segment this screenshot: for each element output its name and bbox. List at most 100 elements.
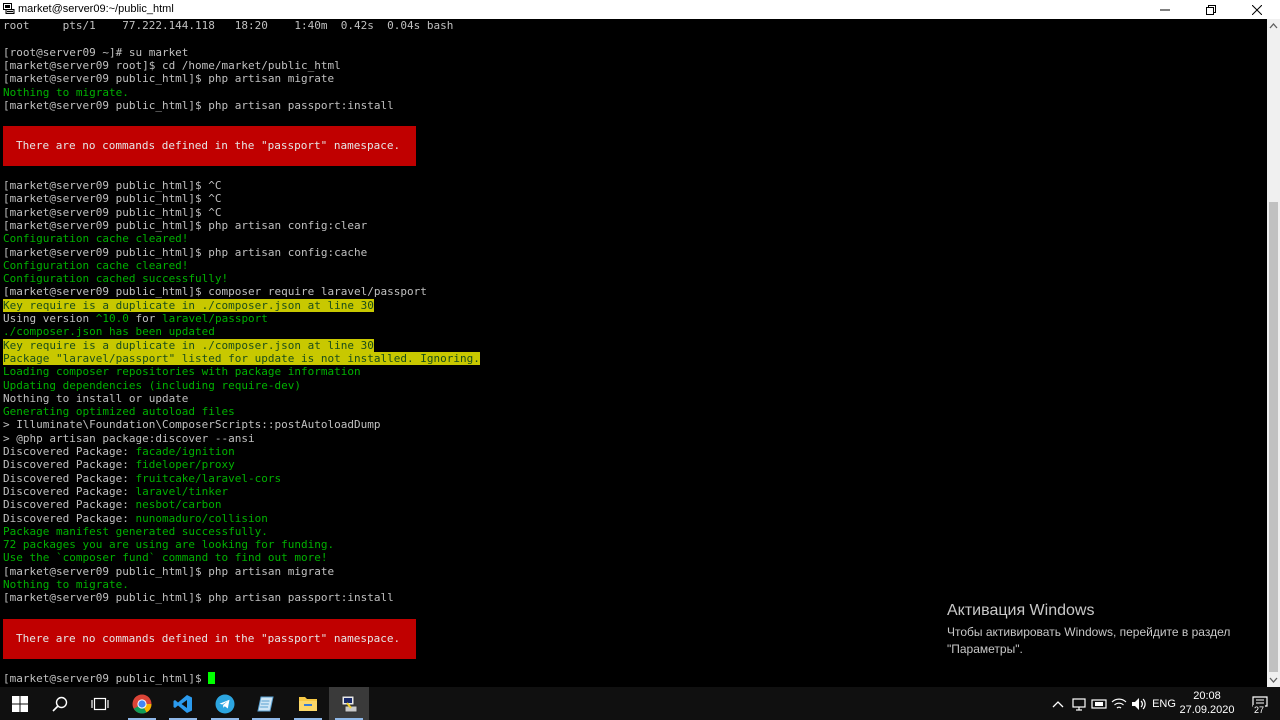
- wifi-icon: [1111, 698, 1127, 709]
- window-titlebar[interactable]: market@server09:~/public_html: [0, 0, 1280, 19]
- terminal-text: Discovered Package:: [3, 498, 136, 512]
- task-view-icon: [91, 697, 109, 710]
- volume-icon: [1132, 697, 1146, 710]
- terminal-line: [market@server09 root]$ cd /home/market/…: [3, 58, 341, 72]
- terminal-line: [market@server09 public_html]$ composer …: [3, 285, 427, 299]
- scroll-thumb[interactable]: [1269, 202, 1278, 672]
- task-view-button[interactable]: [80, 687, 120, 720]
- text-cursor: [208, 672, 216, 684]
- terminal-line: [root@server09 ~]# su market: [3, 45, 189, 59]
- chrome-icon: [132, 694, 152, 714]
- tray-volume[interactable]: [1130, 687, 1148, 720]
- minimize-icon: [1160, 9, 1170, 10]
- taskbar-telegram[interactable]: [205, 687, 245, 720]
- package-name: fruitcake/laravel-cors: [135, 471, 282, 485]
- package-name: laravel/tinker: [135, 484, 229, 498]
- chevron-up-icon: [1052, 700, 1064, 707]
- search-button[interactable]: [40, 687, 80, 720]
- package-name: fideloper/proxy: [135, 458, 235, 472]
- terminal-line: [market@server09 public_html]$ php artis…: [3, 72, 335, 86]
- close-button[interactable]: [1234, 0, 1280, 19]
- chevron-down-icon: [1269, 677, 1278, 683]
- terminal-line: [market@server09 public_html]$ ^C: [3, 192, 222, 206]
- terminal-scrollbar[interactable]: [1267, 19, 1280, 687]
- activation-title: Активация Windows: [947, 602, 1095, 619]
- tray-language[interactable]: ENG: [1150, 687, 1178, 720]
- terminal-text: Discovered Package:: [3, 511, 136, 525]
- terminal-line: > @php artisan package:discover --ansi: [3, 431, 255, 445]
- terminal-line: [market@server09 public_html]$ ^C: [3, 205, 222, 219]
- taskbar-chrome[interactable]: [122, 687, 162, 720]
- terminal-line: > Illuminate\Foundation\ComposerScripts:…: [3, 418, 381, 432]
- terminal-line: Discovered Package: nesbot/carbon: [3, 498, 222, 511]
- terminal-output[interactable]: root pts/1 77.222.144.118 18:20 1:40m 0.…: [0, 19, 1267, 687]
- scroll-down-button[interactable]: [1267, 673, 1280, 687]
- terminal-line: Discovered Package: laravel/tinker: [3, 485, 228, 498]
- prompt-text: [market@server09 public_html]$: [3, 672, 209, 685]
- package-name: facade/ignition: [135, 445, 235, 458]
- taskbar-file-explorer[interactable]: [288, 687, 328, 720]
- window-title: market@server09:~/public_html: [18, 3, 174, 15]
- error-message: There are no commands defined in the "pa…: [16, 139, 401, 152]
- notepad-icon: [257, 696, 274, 711]
- search-icon: [52, 696, 68, 712]
- terminal-line: [market@server09 public_html]$ php artis…: [3, 245, 368, 259]
- terminal-line: [market@server09 public_html]$ ^C: [3, 179, 222, 192]
- telegram-icon: [215, 694, 235, 713]
- error-box: There are no commands defined in the "pa…: [3, 126, 416, 166]
- tray-onedrive[interactable]: [1090, 687, 1108, 720]
- terminal-line: Configuration cache cleared!: [3, 258, 189, 272]
- terminal-line: Package manifest generated successfully.: [3, 524, 268, 538]
- taskbar: ENG 20:08 27.09.2020 27: [0, 687, 1280, 720]
- version-text: ^10.0: [95, 312, 129, 325]
- warning-highlight: Package "laravel/passport" listed for up…: [3, 351, 480, 365]
- package-name: nunomaduro/collision: [135, 511, 268, 525]
- terminal-line: Key require is a duplicate in ./composer…: [3, 298, 374, 312]
- terminal-text: Discovered Package:: [3, 484, 136, 498]
- terminal-text: Using version: [3, 312, 96, 325]
- terminal-line: Generating optimized autoload files: [3, 405, 235, 419]
- taskbar-vscode[interactable]: [163, 687, 203, 720]
- terminal-line: Updating dependencies (including require…: [3, 378, 302, 392]
- taskbar-notepad[interactable]: [246, 687, 286, 720]
- taskbar-putty[interactable]: [329, 687, 369, 720]
- terminal-text: Discovered Package:: [3, 471, 136, 485]
- minimize-button[interactable]: [1142, 0, 1188, 19]
- chevron-up-icon: [1269, 23, 1278, 29]
- file-explorer-icon: [299, 696, 317, 711]
- terminal-line: Discovered Package: fideloper/proxy: [3, 458, 235, 471]
- terminal-line: Nothing to install or update: [3, 391, 189, 405]
- clock-date: 27.09.2020: [1179, 704, 1235, 716]
- onedrive-icon: [1091, 698, 1107, 709]
- terminal-line: [market@server09 public_html]$ php artis…: [3, 218, 368, 232]
- restore-button[interactable]: [1188, 0, 1234, 19]
- warning-highlight: Key require is a duplicate in ./composer…: [3, 338, 374, 352]
- terminal-line: 72 packages you are using are looking fo…: [3, 538, 335, 552]
- putty-icon: [341, 695, 358, 712]
- restore-icon: [1206, 4, 1216, 15]
- prompt-line[interactable]: [market@server09 public_html]$: [3, 672, 216, 685]
- tray-network[interactable]: [1070, 687, 1088, 720]
- terminal-line: Configuration cached successfully!: [3, 272, 229, 286]
- tray-notifications[interactable]: [1240, 687, 1280, 720]
- scroll-up-button[interactable]: [1267, 19, 1280, 33]
- activation-watermark: Активация Windows Чтобы активировать Win…: [947, 602, 1247, 658]
- terminal-line: [market@server09 public_html]$ php artis…: [3, 591, 394, 605]
- terminal-line: Discovered Package: nunomaduro/collision: [3, 512, 268, 525]
- terminal-line: Discovered Package: facade/ignition: [3, 445, 235, 458]
- language-indicator: ENG: [1152, 697, 1176, 710]
- terminal-text: Discovered Package:: [3, 445, 136, 458]
- error-message: There are no commands defined in the "pa…: [16, 632, 401, 645]
- terminal-line: Key require is a duplicate in ./composer…: [3, 338, 374, 352]
- terminal-line: Use the `composer fund` command to find …: [3, 551, 328, 565]
- notification-count: 27: [1253, 705, 1266, 715]
- tray-clock[interactable]: 20:08 27.09.2020: [1176, 689, 1238, 717]
- start-button[interactable]: [0, 687, 40, 720]
- terminal-line: Nothing to migrate.: [3, 578, 129, 591]
- tray-wifi[interactable]: [1110, 687, 1128, 720]
- terminal-line: Configuration cache cleared!: [3, 232, 189, 246]
- package-name: nesbot/carbon: [135, 498, 222, 512]
- tray-expand-button[interactable]: [1050, 687, 1066, 720]
- terminal-text: Discovered Package:: [3, 458, 136, 472]
- network-icon: [1072, 697, 1086, 711]
